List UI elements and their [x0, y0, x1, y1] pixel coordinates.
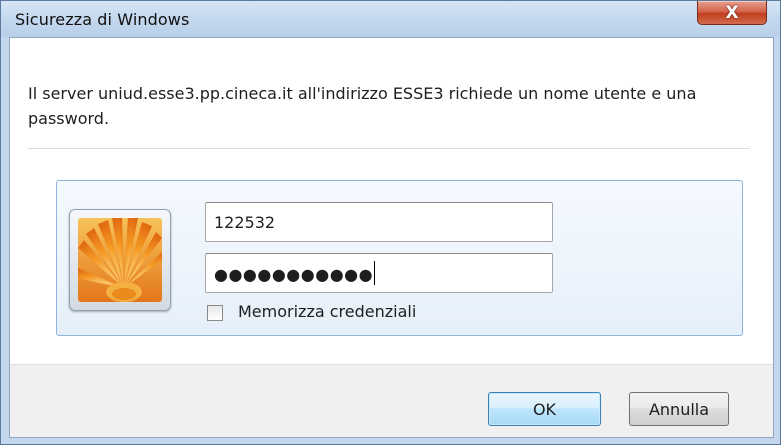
window-title: Sicurezza di Windows — [15, 10, 190, 29]
dialog-body: Il server uniud.esse3.pp.cineca.it all'i… — [9, 37, 774, 438]
cancel-button[interactable]: Annulla — [629, 392, 729, 426]
dialog-message: Il server uniud.esse3.pp.cineca.it all'i… — [28, 84, 697, 128]
remember-credentials-checkbox[interactable] — [207, 305, 223, 321]
close-icon: X — [725, 2, 739, 23]
credential-tile: 122532 ●●●●●●●●●●● Memorizza credenziali — [56, 180, 743, 336]
text-caret — [374, 261, 375, 285]
ok-button[interactable]: OK — [488, 392, 601, 426]
remember-credentials-label[interactable]: Memorizza credenziali — [238, 302, 416, 321]
title-bar[interactable]: Sicurezza di Windows X — [1, 1, 780, 37]
button-bar: OK Annulla — [10, 364, 773, 437]
security-dialog: Sicurezza di Windows X Il server uniud.e… — [0, 0, 781, 445]
username-field[interactable]: 122532 — [205, 202, 553, 242]
close-button[interactable]: X — [697, 1, 767, 25]
password-masked-value: ●●●●●●●●●●● — [214, 265, 374, 284]
user-avatar — [69, 209, 171, 311]
separator — [28, 148, 750, 149]
username-value: 122532 — [214, 213, 276, 232]
orange-flower-icon — [78, 218, 162, 302]
password-field[interactable]: ●●●●●●●●●●● — [205, 253, 553, 293]
